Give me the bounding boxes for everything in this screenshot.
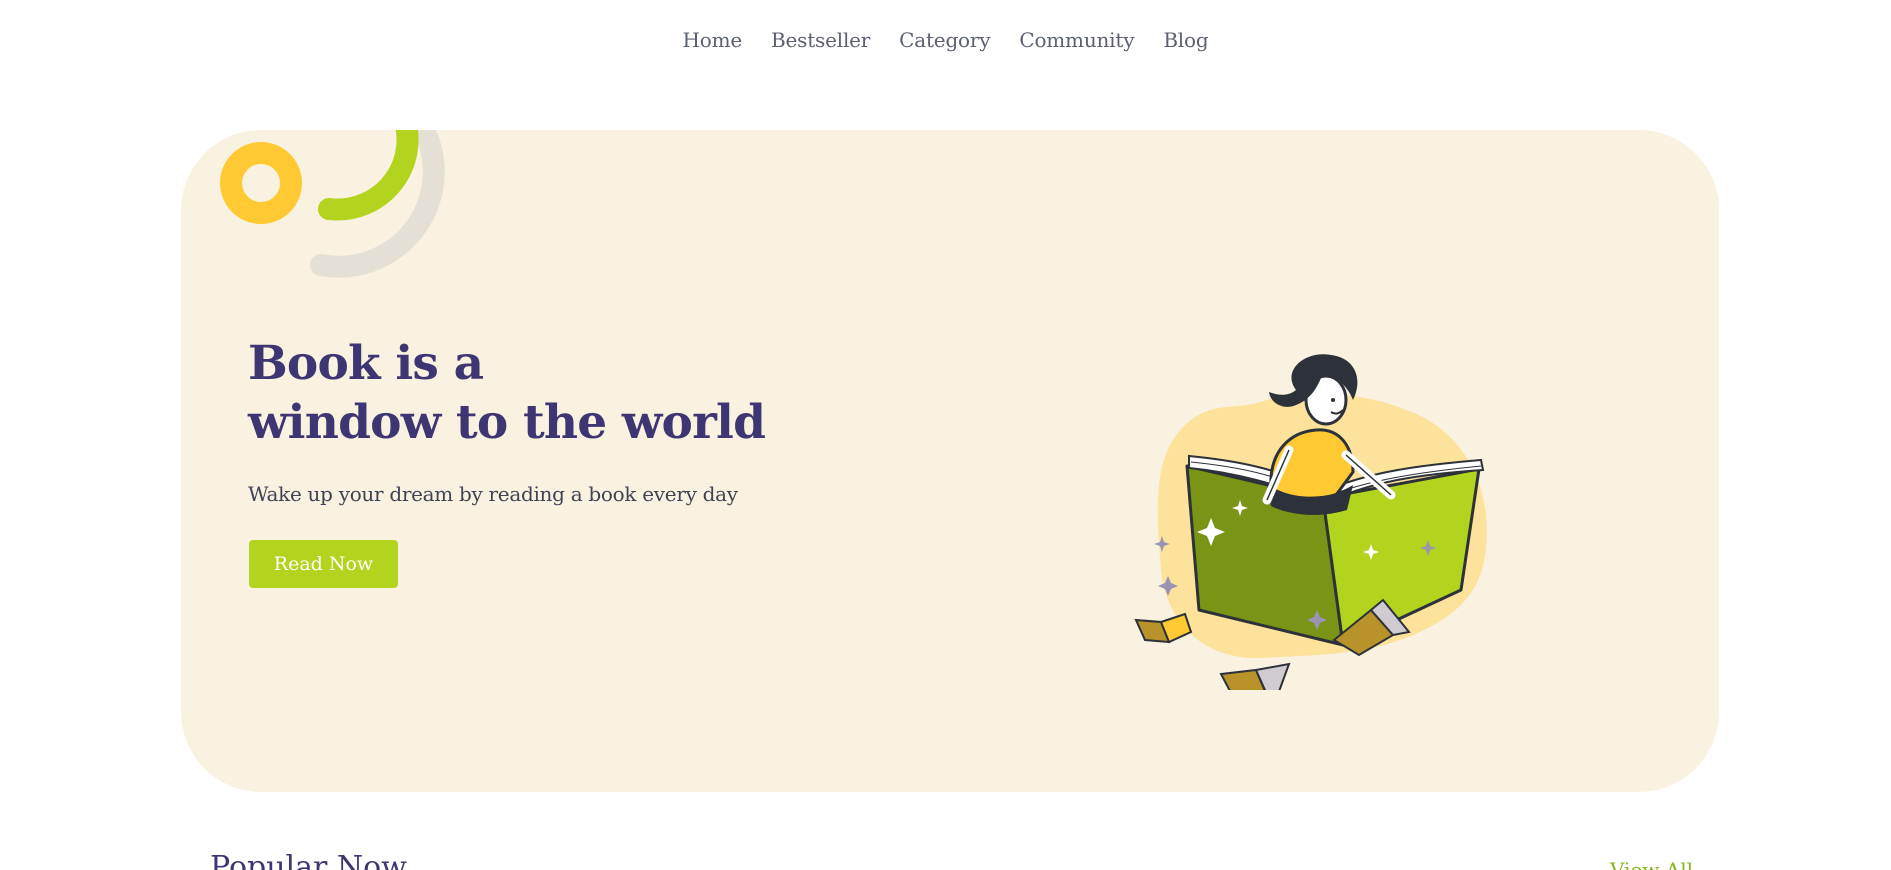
nav-category[interactable]: Category bbox=[899, 28, 990, 52]
top-navigation: Home Bestseller Category Community Blog bbox=[0, 0, 1891, 80]
nav-blog[interactable]: Blog bbox=[1163, 28, 1208, 52]
decorative-shapes-icon bbox=[220, 130, 445, 278]
nav-bestseller[interactable]: Bestseller bbox=[771, 28, 870, 52]
nav-community[interactable]: Community bbox=[1019, 28, 1134, 52]
headline-line-2: window to the world bbox=[248, 395, 766, 450]
nav-home[interactable]: Home bbox=[683, 28, 743, 52]
view-all-link[interactable]: View All bbox=[1610, 856, 1693, 870]
reading-girl-illustration-icon bbox=[1134, 354, 1487, 690]
popular-now-heading: Popular Now bbox=[210, 850, 407, 870]
headline-line-1: Book is a bbox=[248, 336, 484, 391]
hero-headline: Book is a window to the world bbox=[248, 334, 766, 452]
hero-subtitle: Wake up your dream by reading a book eve… bbox=[248, 482, 738, 506]
hero-banner: Book is a window to the world Wake up yo… bbox=[181, 130, 1719, 792]
read-now-button[interactable]: Read Now bbox=[249, 540, 398, 588]
